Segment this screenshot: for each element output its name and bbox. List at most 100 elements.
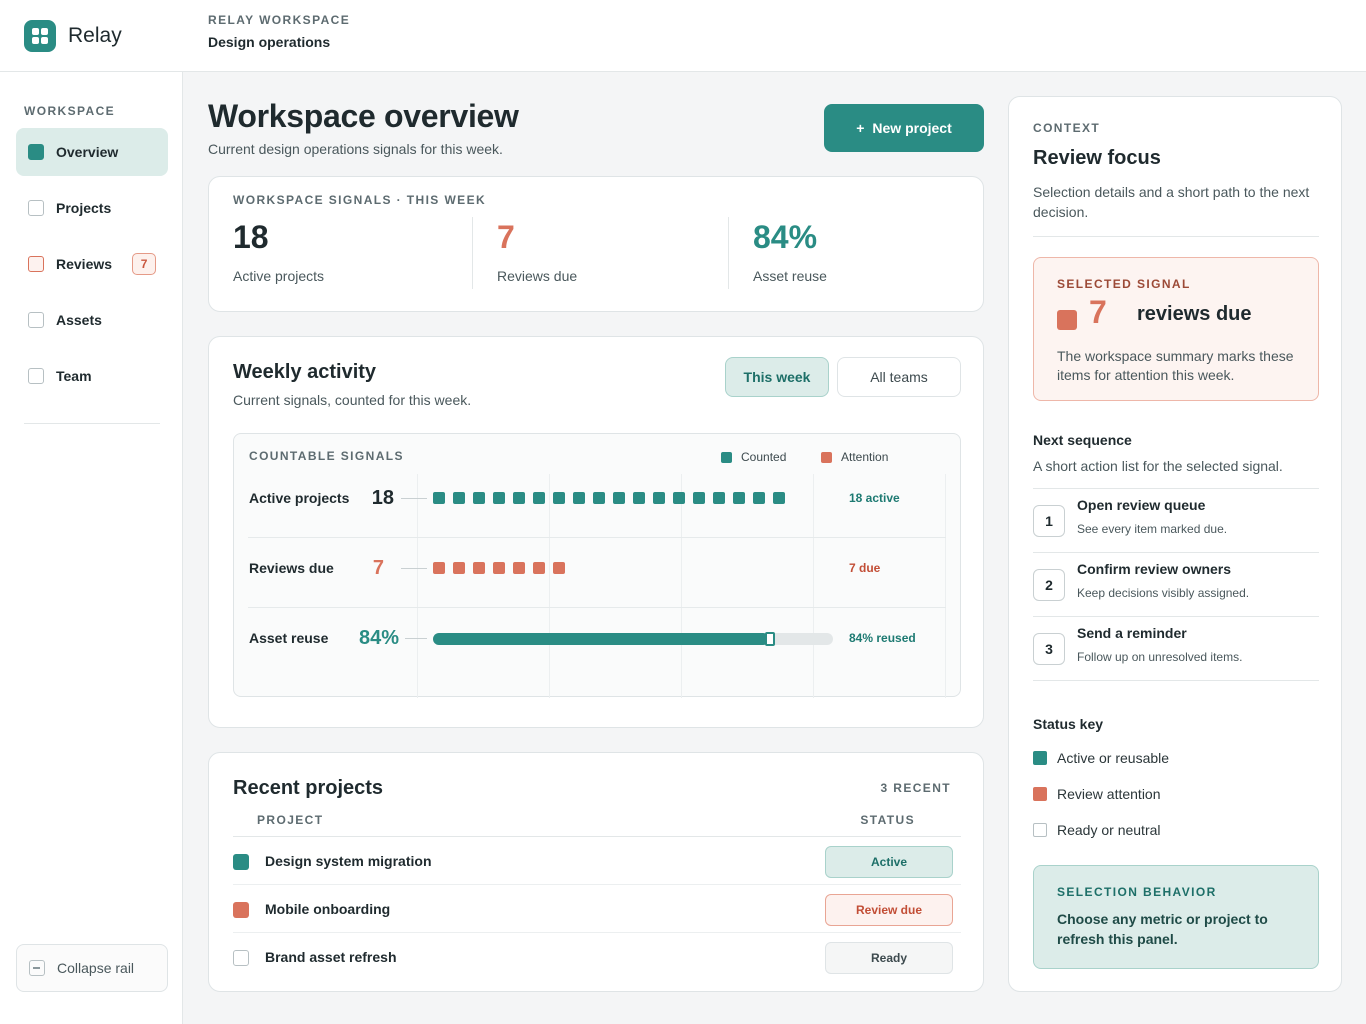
countable-signals-chart: COUNTABLE SIGNALS Counted Attention Acti…	[233, 433, 961, 698]
status-swatch	[233, 902, 249, 918]
status-badge[interactable]: Review due	[825, 894, 953, 926]
status-badge[interactable]: Ready	[825, 942, 953, 974]
selected-signal-heading: SELECTED SIGNAL	[1057, 277, 1191, 291]
count-mark	[513, 492, 525, 504]
selection-behavior-heading: SELECTION BEHAVIOR	[1057, 885, 1217, 899]
recent-title: Recent projects	[233, 777, 384, 799]
status-key-label: Ready or neutral	[1057, 822, 1161, 838]
metric-divider	[472, 217, 473, 289]
count-mark	[553, 492, 565, 504]
new-project-button[interactable]: + New project	[824, 104, 984, 152]
metric-label: Reviews due	[497, 268, 578, 284]
count-mark	[553, 562, 565, 574]
legend-counted-swatch	[721, 451, 732, 463]
page-title: Workspace overview	[208, 98, 519, 134]
step-title: Send a reminder	[1077, 625, 1187, 641]
weekly-activity-card: Weekly activity Current signals, counted…	[208, 336, 984, 728]
metric-reviews-due[interactable]: 7 Reviews due	[497, 219, 577, 284]
metric-asset-reuse[interactable]: 84% Asset reuse	[753, 219, 827, 284]
selection-behavior-description: Choose any metric or project to refresh …	[1057, 911, 1268, 947]
status-key-title: Status key	[1033, 716, 1104, 732]
sidebar-item-projects[interactable]: Projects	[16, 184, 168, 232]
next-sequence-title: Next sequence	[1033, 432, 1132, 448]
count-mark	[753, 492, 765, 504]
status-key-neutral: Ready or neutral	[1033, 822, 1161, 838]
asset-reuse-track	[433, 632, 833, 646]
metric-active-projects[interactable]: 18 Active projects	[233, 219, 324, 284]
all-teams-filter[interactable]: All teams	[837, 357, 961, 397]
count-mark	[693, 492, 705, 504]
status-key-label: Active or reusable	[1057, 750, 1170, 766]
status-swatch	[233, 854, 249, 870]
next-sequence-description: A short action list for the selected sig…	[1033, 458, 1283, 474]
breadcrumb: RELAY WORKSPACE Design operations	[208, 13, 350, 50]
row-note-active-projects: 18 active	[849, 491, 900, 505]
sidebar: WORKSPACE Overview Projects Reviews 7 As…	[0, 72, 183, 1024]
table-row[interactable]: Brand asset refresh Ready	[233, 933, 961, 981]
row-note-reviews-due: 7 due	[849, 561, 881, 575]
breadcrumb-workspace: RELAY WORKSPACE	[208, 13, 351, 27]
collapse-rail-label: Collapse rail	[57, 960, 135, 976]
context-panel: CONTEXT Review focus Selection details a…	[1008, 96, 1342, 992]
count-mark	[453, 492, 465, 504]
sidebar-item-reviews[interactable]: Reviews 7	[16, 240, 168, 288]
activity-title: Weekly activity	[233, 361, 377, 383]
count-mark	[433, 562, 445, 574]
asset-reuse-marker	[765, 632, 775, 646]
brand[interactable]: Relay	[24, 20, 122, 52]
count-mark	[713, 492, 725, 504]
status-key-label: Review attention	[1057, 786, 1161, 802]
count-mark	[573, 492, 585, 504]
selection-behavior-card: SELECTION BEHAVIOR Choose any metric or …	[1033, 865, 1319, 969]
step-number: 1	[1033, 505, 1065, 537]
metric-divider	[728, 217, 729, 289]
project-name: Mobile onboarding	[265, 901, 391, 917]
this-week-filter[interactable]: This week	[725, 357, 829, 397]
selected-signal-label: reviews due	[1137, 303, 1252, 325]
recent-table-header: PROJECT STATUS	[233, 811, 961, 837]
collapse-rail-button[interactable]: Collapse rail	[16, 944, 168, 992]
context-title: Review focus	[1033, 147, 1161, 169]
sidebar-item-overview[interactable]: Overview	[16, 128, 168, 176]
count-mark	[673, 492, 685, 504]
asset-reuse-fill	[433, 633, 769, 645]
selected-signal-value: 7	[1089, 294, 1107, 330]
step-description: Keep decisions visibly assigned.	[1077, 586, 1250, 600]
projects-square-icon	[28, 200, 44, 216]
row-label-reviews-due[interactable]: Reviews due	[249, 560, 334, 576]
step-open-review-queue[interactable]: 1 Open review queue See every item marke…	[1033, 488, 1319, 552]
step-confirm-review-owners[interactable]: 2 Confirm review owners Keep decisions v…	[1033, 552, 1319, 616]
count-mark	[493, 492, 505, 504]
reviews-square-icon	[28, 256, 44, 272]
steps-divider	[1033, 680, 1319, 681]
recent-count: 3 RECENT	[880, 781, 951, 795]
status-badge[interactable]: Active	[825, 846, 953, 878]
sidebar-heading: WORKSPACE	[24, 104, 116, 118]
row-value-active-projects: 18	[371, 487, 394, 509]
overview-square-icon	[28, 144, 44, 160]
step-number: 3	[1033, 633, 1065, 665]
table-row[interactable]: Mobile onboarding Review due	[233, 885, 961, 933]
row-label-asset-reuse[interactable]: Asset reuse	[249, 630, 328, 646]
count-mark	[613, 492, 625, 504]
row-label-active-projects[interactable]: Active projects	[249, 490, 349, 506]
metric-value: 84%	[753, 219, 818, 255]
activity-subtitle: Current signals, counted for this week.	[233, 392, 472, 408]
sidebar-item-team[interactable]: Team	[16, 352, 168, 400]
sidebar-item-label: Assets	[56, 312, 102, 328]
sidebar-item-label: Projects	[56, 200, 112, 216]
row-value-reviews-due: 7	[372, 557, 384, 579]
table-row[interactable]: Design system migration Active	[233, 837, 961, 885]
status-key-attention: Review attention	[1033, 786, 1161, 802]
sidebar-item-label: Team	[56, 368, 92, 384]
legend-attention: Attention	[821, 450, 888, 464]
row-leader-line	[401, 568, 427, 569]
status-key-active: Active or reusable	[1033, 750, 1169, 766]
step-description: See every item marked due.	[1077, 522, 1228, 536]
step-number: 2	[1033, 569, 1065, 601]
grid-line	[681, 474, 682, 698]
reviews-count-badge: 7	[132, 253, 157, 275]
sidebar-item-assets[interactable]: Assets	[16, 296, 168, 344]
step-send-reminder[interactable]: 3 Send a reminder Follow up on unresolve…	[1033, 616, 1319, 680]
assets-square-icon	[28, 312, 44, 328]
